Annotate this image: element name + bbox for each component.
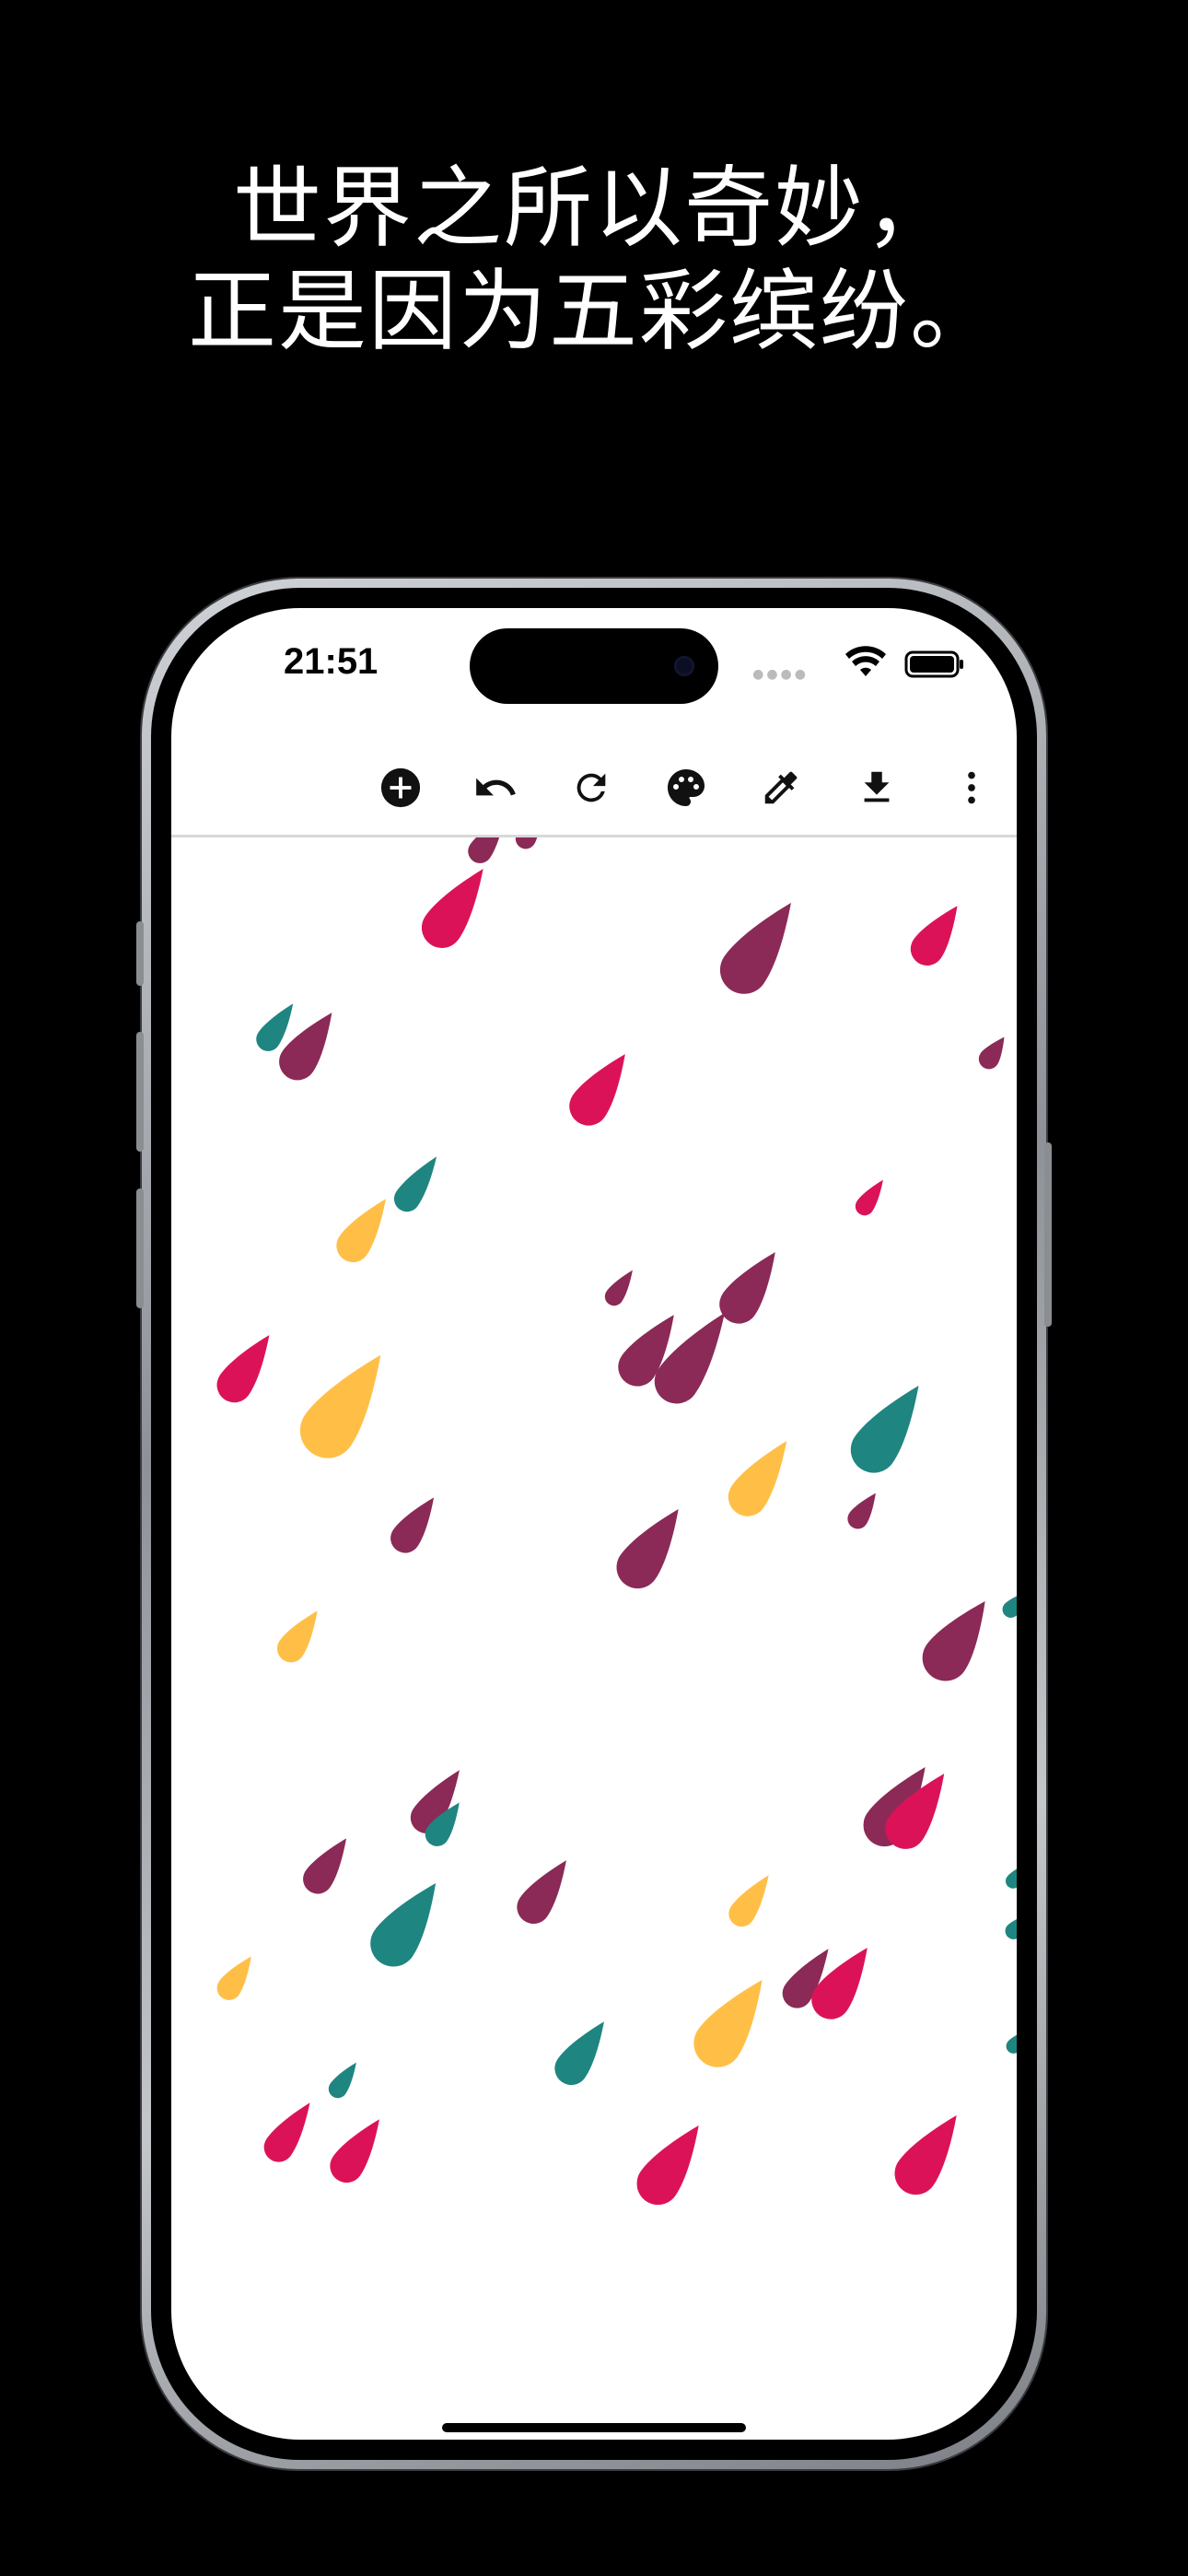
paint-drop [299,1354,381,1458]
paint-drop [370,1882,437,1967]
paint-drop [855,1179,883,1216]
status-time: 21:51 [284,641,379,682]
paint-drop [978,1036,1005,1070]
redo-icon [577,773,606,802]
download-icon [864,771,890,802]
headline-line-2: 正是因为五彩缤纷。 [188,260,1000,363]
download-button[interactable] [844,755,909,820]
paint-drop [693,1979,763,2067]
paint-drop [422,869,483,948]
paint-drop [894,2115,957,2195]
paint-drop [636,2125,699,2206]
home-indicator[interactable] [442,2423,746,2432]
more-options-button[interactable] [939,755,1004,820]
paint-drop [393,1156,437,1212]
eyedropper-icon [764,771,798,804]
paint-drop [216,1956,251,2000]
battery-icon [904,650,963,678]
phone-screen: 21:51 ●●●● [171,608,1017,2440]
paint-drop [847,1493,876,1529]
phone-action-button [136,921,144,986]
dynamic-island [470,628,718,704]
phone-volume-down-button [136,1188,144,1308]
more-vert-icon [968,771,975,804]
paint-drop [569,1054,625,1126]
paint-drop [910,906,958,966]
paint-drop [276,1610,318,1663]
paint-drop [554,2021,604,2086]
headline: 世界之所以奇妙， 正是因为五彩缤纷。 [0,157,1188,363]
palette-button[interactable] [654,755,718,820]
paint-drop [850,1385,919,1473]
palette-icon [668,769,705,806]
phone-volume-up-button [136,1032,144,1152]
paint-drop [616,1509,679,1589]
undo-button[interactable] [463,755,528,820]
paint-drop [216,1335,270,1403]
paint-drop [728,1875,769,1927]
paint-drop [468,837,506,863]
phone-side-button [1044,1142,1052,1327]
front-camera [674,656,694,676]
paint-drop [719,1252,775,1324]
paint-drop [390,1497,435,1553]
redo-button[interactable] [559,755,623,820]
paint-drop [1005,1864,1017,1889]
paint-drop [517,1860,566,1925]
paint-drop [263,2102,310,2162]
paint-drop [336,1199,386,1263]
paint-drop [303,1838,347,1894]
paint-drop [719,902,791,994]
headline-line-1: 世界之所以奇妙， [233,157,955,260]
paint-drop [1006,2031,1017,2054]
paint-drop [515,837,542,849]
undo-icon [476,778,516,796]
paint-drop [1005,1914,1017,1939]
paint-drop [1002,1593,1017,1618]
paint-drop [728,1441,787,1516]
add-button[interactable] [368,755,433,820]
drawing-canvas[interactable] [171,837,1017,2440]
paint-drop [330,2119,379,2184]
paint-drop [328,2062,356,2099]
paint-drop [604,1270,633,1306]
wifi-icon [845,646,886,676]
drawing-toolbar [171,737,1017,837]
add-circle-icon [380,767,421,808]
eyedropper-button[interactable] [749,755,813,820]
paint-drop [922,1601,985,1681]
cellular-signal-icon: ●●●● [752,667,809,682]
